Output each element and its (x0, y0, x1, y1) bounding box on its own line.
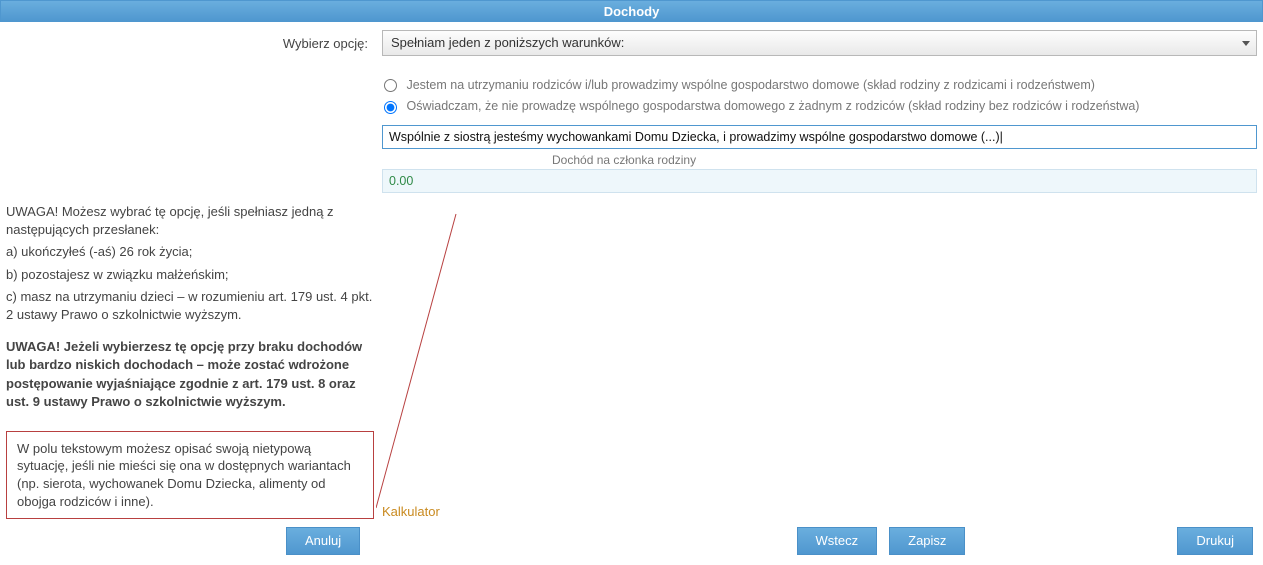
select-value: Spełniam jeden z poniższych warunków: (391, 35, 624, 50)
option-select[interactable]: Spełniam jeden z poniższych warunków: (382, 30, 1257, 56)
panel-title: Dochody (604, 4, 660, 19)
kalkulator-link[interactable]: Kalkulator (382, 504, 440, 519)
description-text: W polu tekstowym możesz opisać swoją nie… (17, 441, 351, 509)
radio-group: Jestem na utrzymaniu rodziców i/lub prow… (382, 76, 1257, 119)
income-value-box: 0.00 (382, 169, 1257, 193)
dochody-panel: Dochody Wybierz opcję: UWAGA! Możesz wyb… (0, 0, 1263, 565)
radio-2-input[interactable] (384, 101, 397, 114)
right-column: Spełniam jeden z poniższych warunków: Je… (382, 30, 1257, 519)
drukuj-button[interactable]: Drukuj (1177, 527, 1253, 555)
radio-1-input[interactable] (384, 79, 397, 92)
income-label: Dochód na członka rodziny (552, 153, 1257, 167)
radio-1-label: Jestem na utrzymaniu rodziców i/lub prow… (406, 78, 1094, 92)
left-notes: UWAGA! Możesz wybrać tę opcję, jeśli spe… (6, 203, 374, 411)
radio-option-1[interactable]: Jestem na utrzymaniu rodziców i/lub prow… (382, 76, 1257, 97)
wstecz-button[interactable]: Wstecz (797, 527, 878, 555)
radio-option-2[interactable]: Oświadczam, że nie prowadzę wspólnego go… (382, 97, 1257, 118)
radio-2-label: Oświadczam, że nie prowadzę wspólnego go… (406, 99, 1139, 113)
panel-header: Dochody (0, 0, 1263, 22)
anuluj-button[interactable]: Anuluj (286, 527, 360, 555)
situation-text-input[interactable] (382, 125, 1257, 149)
note-b: b) pozostajesz w związku małżeńskim; (6, 266, 374, 284)
note-warn: UWAGA! Jeżeli wybierzesz tę opcję przy b… (6, 338, 374, 411)
left-column: Wybierz opcję: UWAGA! Możesz wybrać tę o… (6, 30, 382, 519)
panel-body: Wybierz opcję: UWAGA! Możesz wybrać tę o… (0, 22, 1263, 521)
note-intro: UWAGA! Możesz wybrać tę opcję, jeśli spe… (6, 203, 374, 239)
button-bar: Anuluj Wstecz Zapisz Drukuj (0, 521, 1263, 565)
note-a: a) ukończyłeś (-aś) 26 rok życia; (6, 243, 374, 261)
note-c: c) masz na utrzymaniu dzieci – w rozumie… (6, 288, 374, 324)
chevron-down-icon (1242, 41, 1250, 46)
kalkulator-text: Kalkulator (382, 504, 440, 519)
description-box: W polu tekstowym możesz opisać swoją nie… (6, 431, 374, 519)
zapisz-button[interactable]: Zapisz (889, 527, 965, 555)
income-value: 0.00 (389, 174, 413, 188)
select-label: Wybierz opcję: (6, 30, 374, 51)
